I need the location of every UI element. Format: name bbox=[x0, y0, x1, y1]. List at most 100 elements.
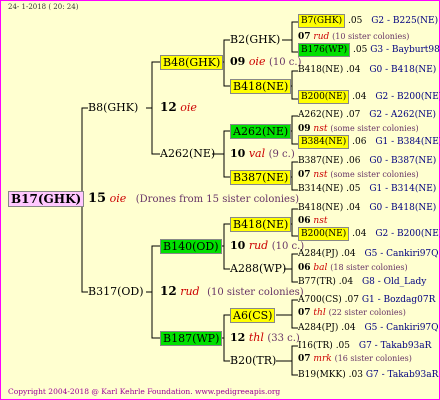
queen-b418-a[interactable]: B418(NE) bbox=[230, 79, 292, 94]
g4-12-note: (18 sister colonies) bbox=[330, 263, 408, 272]
queen-a700[interactable]: A700(CS) bbox=[298, 295, 342, 305]
b8-num: 12 bbox=[160, 100, 177, 114]
b7-ref: G2 - B225(NE) bbox=[371, 16, 439, 26]
root-num: 15 bbox=[88, 191, 107, 206]
b140-mating: 10 rud (10 c.) bbox=[230, 240, 304, 252]
g4-row-7: B387(NE) .06 G0 - B387(NE) bbox=[298, 157, 436, 166]
queen-b20[interactable]: B20(TR) bbox=[230, 355, 276, 366]
b418g4b-val: .04 bbox=[346, 203, 361, 213]
g4-row-6: B384(NE) .06 G1 - B384(NE) bbox=[298, 135, 440, 149]
queen-a6[interactable]: A6(CS) bbox=[230, 308, 276, 323]
b314-ref: G1 - B314(NE) bbox=[369, 184, 437, 194]
queen-b8[interactable]: B8(GHK) bbox=[88, 102, 138, 113]
b19-ref: G7 - Takab93aR bbox=[365, 370, 439, 380]
a262g4-val: .07 bbox=[346, 110, 361, 120]
queen-root[interactable]: B17(GHK) bbox=[8, 191, 85, 207]
b418b-mom: nst bbox=[313, 216, 328, 226]
b48-mating: 09 oie (10 c.) bbox=[230, 56, 301, 68]
queen-b48[interactable]: B48(GHK) bbox=[160, 55, 224, 70]
queen-b19[interactable]: B19(MKK) bbox=[298, 370, 346, 380]
b20-note: (16 sister colonies) bbox=[334, 354, 412, 363]
a262-mom: val bbox=[248, 147, 266, 160]
b77-val: .04 bbox=[338, 277, 354, 287]
queen-b2[interactable]: B2(GHK) bbox=[230, 34, 280, 45]
g4-row-16: I16(TR) .05 G7 - Takab93aR bbox=[298, 342, 431, 351]
queen-b77[interactable]: B77(TR) bbox=[298, 277, 336, 287]
a284a-ref: G5 - Cankiri97Q bbox=[364, 249, 439, 259]
queen-b176[interactable]: B176(WP) bbox=[298, 43, 351, 57]
queen-a284-a[interactable]: A284(PJ) bbox=[298, 249, 338, 259]
b19-val: .03 bbox=[348, 370, 363, 380]
g4-row-8: B314(NE) .05 G1 - B314(NE) bbox=[298, 185, 436, 194]
b140-mom: rud bbox=[248, 239, 269, 252]
i16-val: .05 bbox=[335, 341, 351, 351]
a6-num: 07 bbox=[298, 308, 311, 318]
g4-row-11: A284(PJ) .04 G5 - Cankiri97Q bbox=[298, 250, 439, 259]
b48-mom: oie bbox=[248, 55, 266, 68]
a262b-mating: 09 nst (some sister colonies) bbox=[298, 125, 419, 134]
b187-mom: thl bbox=[248, 331, 264, 344]
queen-b418-g4a[interactable]: B418(NE) bbox=[298, 65, 343, 75]
root-note: (Drones from 15 sister colonies) bbox=[135, 194, 299, 205]
queen-b418-g4b[interactable]: B418(NE) bbox=[298, 203, 343, 213]
a262-num: 10 bbox=[230, 147, 246, 160]
i16-ref: G7 - Takab93aR bbox=[358, 341, 432, 351]
b387-mom: nst bbox=[313, 170, 328, 180]
b317-note: (10 sister colonies) bbox=[207, 287, 304, 298]
b8-mating: 12 oie bbox=[160, 101, 197, 113]
queen-b187[interactable]: B187(WP) bbox=[160, 331, 223, 346]
b7-val: .05 bbox=[348, 16, 363, 26]
a262-mating: 10 val (9 c.) bbox=[230, 148, 295, 160]
a262b-note: (some sister colonies) bbox=[330, 124, 419, 133]
b387g4-ref: G0 - B387(NE) bbox=[369, 156, 437, 166]
a262b-mom: nst bbox=[313, 124, 328, 134]
g4-row-3: B418(NE) .04 G0 - B418(NE) bbox=[298, 66, 436, 75]
b200b-val: .04 bbox=[352, 229, 367, 239]
b314-val: .05 bbox=[346, 184, 361, 194]
b200b-ref: G2 - B200(NE) bbox=[375, 229, 440, 239]
queen-b387[interactable]: B387(NE) bbox=[230, 170, 292, 185]
a262b-num: 09 bbox=[298, 124, 311, 134]
a6-note: (22 sister colonies) bbox=[328, 308, 406, 317]
g4-1-num: 07 bbox=[298, 32, 311, 42]
b20-mom: mrk bbox=[313, 354, 332, 364]
g4-1-mom: rud bbox=[313, 32, 330, 42]
a700-val: .07 bbox=[344, 295, 359, 305]
b317-mom: rud bbox=[180, 285, 200, 298]
b176-ref: G3 - Bayburt98-3 bbox=[370, 45, 440, 55]
queen-b317[interactable]: B317(OD) bbox=[88, 286, 144, 297]
a6-mating: 07 thl (22 sister colonies) bbox=[298, 309, 406, 318]
b418g4b-ref: G0 - B418(NE) bbox=[369, 203, 437, 213]
b418g4a-val: .04 bbox=[346, 65, 361, 75]
queen-b384[interactable]: B384(NE) bbox=[298, 135, 350, 149]
queen-b314[interactable]: B314(NE) bbox=[298, 184, 343, 194]
g4-row-13: B77(TR) .04 G8 - Old_Lady bbox=[298, 278, 426, 287]
b20-num: 07 bbox=[298, 354, 311, 364]
b20-mating: 07 mrk (16 sister colonies) bbox=[298, 355, 412, 364]
queen-a262[interactable]: A262(NE) bbox=[160, 148, 215, 159]
queen-a288[interactable]: A288(WP) bbox=[230, 263, 286, 274]
b77-ref: G8 - Old_Lady bbox=[361, 277, 427, 287]
a284b-val: .04 bbox=[341, 323, 356, 333]
a262g4-ref: G2 - A262(NE) bbox=[369, 110, 437, 120]
g4-12-num: 06 bbox=[298, 263, 311, 273]
queen-b418-b[interactable]: B418(NE) bbox=[230, 217, 292, 232]
queen-b200-b[interactable]: B200(NE) bbox=[298, 227, 350, 241]
g4-row-17: B19(MKK) .03 G7 - Takab93aR bbox=[298, 371, 438, 380]
g4-row-10: B200(NE) .04 G2 - B200(NE) bbox=[298, 227, 440, 241]
copyright-footer: Copyright 2004-2018 @ Karl Kehrle Founda… bbox=[8, 387, 281, 396]
queen-b200-a[interactable]: B200(NE) bbox=[298, 90, 350, 104]
g4-12-mom: bal bbox=[313, 263, 328, 273]
queen-b387-g4[interactable]: B387(NE) bbox=[298, 156, 343, 166]
queen-a262-b[interactable]: A262(NE) bbox=[230, 124, 292, 139]
a262-note: (9 c.) bbox=[268, 149, 295, 160]
queen-b140[interactable]: B140(OD) bbox=[160, 239, 222, 254]
g4-row-5: A262(NE) .07 G2 - A262(NE) bbox=[298, 111, 436, 120]
g4-row-2: B176(WP) .05 G3 - Bayburt98-3 bbox=[298, 43, 440, 57]
b187-note: (33 c.) bbox=[267, 333, 300, 344]
queen-b7[interactable]: B7(GHK) bbox=[298, 14, 346, 28]
queen-i16[interactable]: I16(TR) bbox=[298, 341, 333, 351]
queen-a262-g4[interactable]: A262(NE) bbox=[298, 110, 343, 120]
queen-a284-b[interactable]: A284(PJ) bbox=[298, 323, 338, 333]
a700-ref: G1 - Bozdag07R bbox=[361, 295, 436, 305]
